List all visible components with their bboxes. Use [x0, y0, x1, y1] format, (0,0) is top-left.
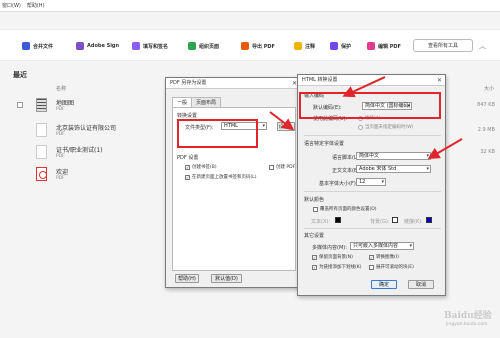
file-name: 北京装饰认证有限公司	[56, 125, 117, 132]
tool-export-pdf[interactable]: 导出 PDF	[241, 40, 275, 52]
fill-sign-icon	[132, 42, 140, 50]
edit-pdf-icon	[367, 42, 375, 50]
close-icon[interactable]: ✕	[437, 75, 442, 86]
override-colors-checkbox[interactable]: 覆盖所有页面的颜色设置(O)	[313, 206, 377, 212]
pdf-settings-group-label: PDF 设置	[177, 155, 199, 161]
annotation-highlight-encoding	[299, 92, 441, 119]
sign-icon	[76, 42, 84, 50]
column-header-name[interactable]: 名称	[56, 85, 66, 92]
menu-bar: 窗口(W) 帮助(H)	[0, 0, 500, 12]
menu-help[interactable]: 帮助(H)	[27, 2, 45, 9]
document-file-icon	[36, 145, 47, 159]
watermark-url: jingyan.baidu.com	[446, 322, 488, 327]
divider	[304, 191, 441, 192]
tab-general[interactable]: 一般	[172, 97, 193, 107]
chevron-up-icon[interactable]: ︿	[479, 41, 486, 51]
default-button[interactable]: 默认值(D)	[211, 274, 242, 283]
recent-heading: 最近	[13, 71, 27, 79]
image-file-icon	[36, 98, 47, 112]
view-all-tools-button[interactable]: 查看所有工具	[413, 39, 473, 52]
file-settings-group-label: 转换设置	[177, 113, 198, 119]
checkbox-unchecked-icon	[269, 164, 274, 170]
expand-scroll-blocks-checkbox[interactable]: 展开可滚动的块(E)	[369, 264, 414, 270]
file-type: PDF	[56, 154, 65, 159]
background-color-swatch[interactable]	[392, 217, 398, 223]
link-color-swatch[interactable]	[426, 217, 432, 223]
base-font-size-label: 基本字体大小(F):	[319, 181, 358, 187]
checkbox-unchecked-icon	[369, 264, 374, 270]
checkbox-checked-icon: ✓	[185, 164, 190, 170]
row-checkbox[interactable]	[17, 102, 23, 108]
checkbox-checked-icon: ✓	[312, 264, 317, 270]
file-type: PDF	[56, 176, 65, 181]
tool-edit-pdf[interactable]: 编辑 PDF	[367, 40, 401, 52]
multimedia-label: 多媒体内容(M):	[312, 245, 347, 251]
tool-comment[interactable]: 注释	[294, 40, 315, 52]
tool-organize-pages[interactable]: 组织页面	[188, 40, 219, 52]
divider	[304, 135, 441, 136]
document-file-icon	[36, 123, 47, 137]
tool-protect[interactable]: 保护	[330, 40, 351, 52]
column-header-size[interactable]: 大小	[484, 85, 494, 92]
watermark-text: Baidu经验	[444, 311, 492, 321]
file-type: PDF	[56, 107, 65, 112]
text-color-swatch[interactable]	[335, 217, 341, 223]
text-color-label: 文本(X):	[311, 219, 331, 225]
file-type: PDF	[56, 132, 65, 137]
language-font-section: 语言特定字体设置	[304, 141, 345, 147]
tool-adobe-sign[interactable]: Adobe Sign	[76, 40, 119, 52]
tools-ribbon: 合并文件 Adobe Sign 填写和签名 组织页面 导出 PDF 注释 保护 …	[0, 29, 500, 61]
checkbox-checked-icon: ✓	[185, 174, 190, 180]
default-colors-section: 默认颜色	[304, 197, 325, 203]
underline-links-checkbox[interactable]: ✓ 为链接添加下划线(K)	[312, 264, 361, 270]
language-script-select[interactable]: 简体中文	[356, 152, 431, 160]
export-pdf-icon	[241, 42, 249, 50]
convert-images-checkbox[interactable]: ✓ 转换图像(I)	[369, 254, 399, 260]
base-font-size-select[interactable]: 12	[356, 178, 386, 186]
file-size: 847 KB	[477, 102, 495, 108]
help-button[interactable]: 帮助(H)	[175, 274, 199, 283]
checkbox-checked-icon: ✓	[369, 254, 374, 260]
protect-icon	[330, 42, 338, 50]
body-text-select[interactable]: Adobe 宋体 Std	[356, 165, 431, 173]
organize-pages-icon	[188, 42, 196, 50]
ok-button[interactable]: 确定	[371, 280, 397, 289]
pdf-file-icon	[36, 167, 47, 181]
tab-page-layout[interactable]: 页面布局	[191, 97, 222, 107]
when-unknown-radio[interactable]: 当页面未指定编码时(W)	[358, 124, 413, 130]
combine-icon	[22, 42, 30, 50]
background-color-label: 背景(G):	[370, 219, 390, 225]
dialog-title: HTML 转换设置 ✕	[298, 75, 445, 86]
link-color-label: 链接(K):	[404, 219, 423, 225]
dialog-title: PDF 另存为设置 ✕	[166, 78, 300, 89]
menu-window[interactable]: 窗口(W)	[2, 2, 21, 9]
file-name: 地图图	[56, 100, 75, 107]
bookmarks-on-new-page-checkbox[interactable]: ✓ 在新建页面上放置书签和页码(L)	[185, 174, 257, 180]
create-bookmarks-checkbox[interactable]: ✓ 创建书签(B)	[185, 164, 217, 170]
save-as-settings-dialog: PDF 另存为设置 ✕ 一般 页面布局 转换设置 文件类型(F): HTML 设…	[165, 77, 306, 288]
cancel-button[interactable]: 取消	[408, 280, 434, 289]
comment-icon	[294, 42, 302, 50]
divider	[304, 228, 441, 229]
file-size: 32 KB	[480, 149, 495, 155]
tool-fill-sign[interactable]: 填写和签名	[132, 40, 168, 52]
checkbox-unchecked-icon	[313, 206, 318, 212]
keep-background-checkbox[interactable]: ✓ 保留页面背景(N)	[312, 254, 353, 260]
file-name: 证书/职业测试(1)	[56, 147, 103, 154]
tool-combine-files[interactable]: 合并文件	[22, 40, 53, 52]
multimedia-select[interactable]: 只可嵌入多媒体内容	[350, 242, 414, 250]
file-size: 2.9 MB	[477, 127, 495, 133]
other-settings-section: 其它设置	[304, 233, 325, 239]
file-name: 欢迎	[56, 169, 69, 176]
settings-button[interactable]: 设置...	[277, 122, 295, 131]
annotation-highlight-file-type	[177, 119, 258, 148]
checkbox-checked-icon: ✓	[312, 254, 317, 260]
